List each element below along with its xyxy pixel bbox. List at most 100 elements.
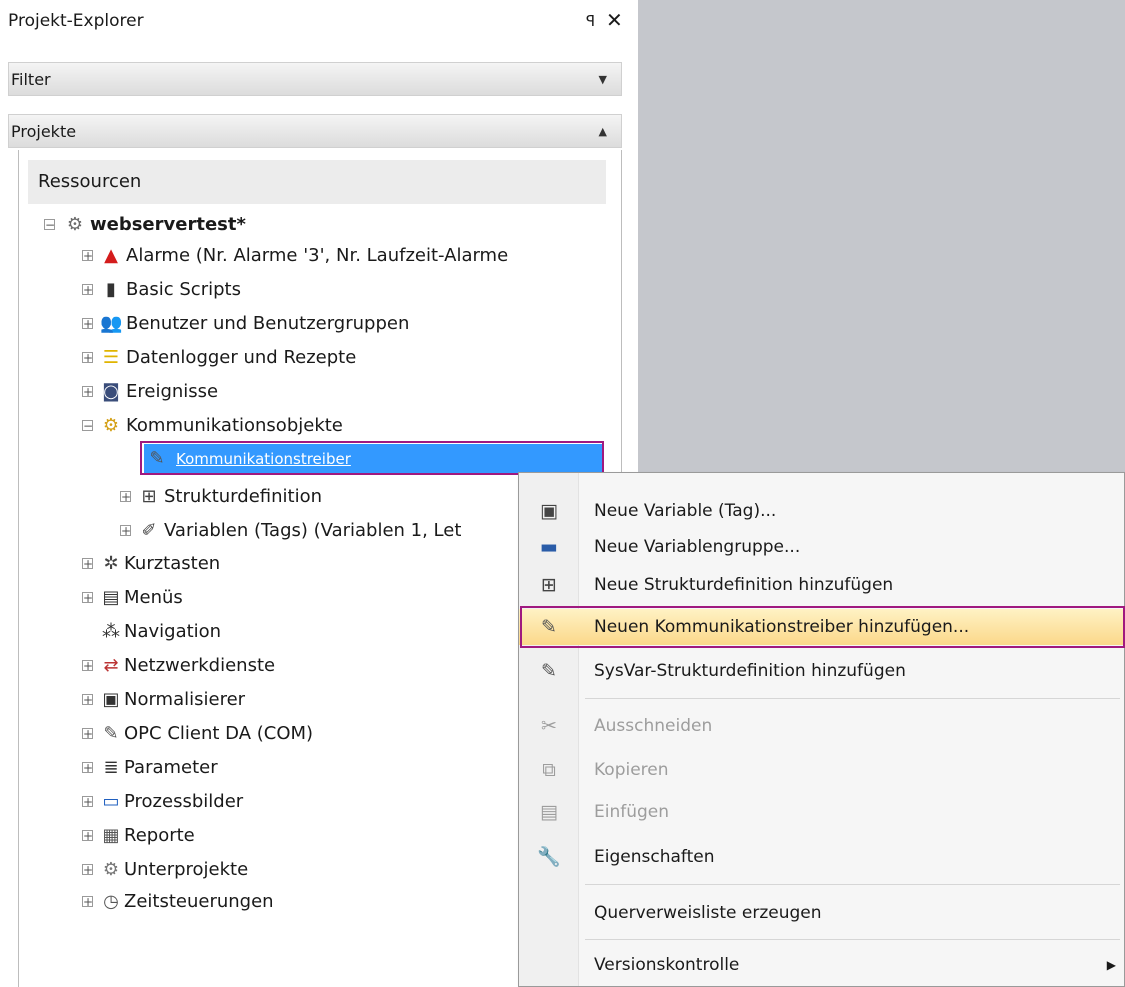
menu-item-label: Neue Variable (Tag)... bbox=[594, 501, 777, 521]
menu-item-label: Ausschneiden bbox=[594, 716, 713, 736]
chevron-down-icon[interactable]: ▼ bbox=[599, 63, 607, 97]
menu-item-label: SysVar-Strukturdefinition hinzufügen bbox=[594, 661, 906, 681]
new-variable-group-icon: ▬ bbox=[540, 536, 558, 558]
close-icon[interactable]: ✕ bbox=[606, 5, 623, 35]
tree-item-label: Parameter bbox=[124, 757, 218, 778]
menu-item-new-variable-group[interactable]: ▬ Neue Variablengruppe... bbox=[519, 529, 1124, 565]
tree-item-label: Netzwerkdienste bbox=[124, 655, 276, 676]
event-icon: ◙ bbox=[102, 381, 120, 402]
collapse-icon[interactable]: − bbox=[82, 420, 93, 432]
menu-item-label: Querverweisliste erzeugen bbox=[594, 903, 822, 923]
filter-label: Filter bbox=[11, 70, 51, 89]
menu-separator bbox=[585, 698, 1120, 699]
tree-item-label: Reporte bbox=[124, 825, 195, 846]
paste-icon: ▤ bbox=[540, 801, 558, 823]
users-icon: 👥 bbox=[100, 313, 123, 334]
structure-icon: ⊞ bbox=[141, 486, 157, 507]
filter-section-header[interactable]: Filter ▼ bbox=[8, 62, 622, 96]
pin-icon[interactable]: ꟼ bbox=[586, 6, 595, 36]
opc-icon: ✎ bbox=[103, 723, 119, 744]
report-icon: ▦ bbox=[102, 825, 120, 846]
new-variable-icon: ▣ bbox=[540, 500, 558, 522]
menu-item-paste[interactable]: ▤ Einfügen bbox=[519, 794, 1124, 830]
selection-outline bbox=[140, 441, 604, 475]
tree-item-label: Normalisierer bbox=[124, 689, 246, 710]
monitor-icon: ▭ bbox=[102, 791, 120, 812]
tree-item-label: Ereignisse bbox=[126, 381, 219, 402]
projects-label: Projekte bbox=[11, 122, 77, 141]
expand-icon[interactable]: + bbox=[82, 386, 93, 398]
tree-item-label: Variablen (Tags) (Variablen 1, Let bbox=[164, 520, 462, 541]
menu-separator bbox=[585, 884, 1120, 885]
menu-item-label: Kopieren bbox=[594, 760, 669, 780]
context-menu: ▣ Neue Variable (Tag)... ▬ Neue Variable… bbox=[518, 472, 1125, 987]
normalizer-icon: ▣ bbox=[102, 689, 120, 710]
expand-icon[interactable]: + bbox=[82, 762, 93, 774]
navigation-icon: ⁂ bbox=[102, 621, 120, 642]
expand-icon[interactable]: + bbox=[82, 352, 93, 364]
menu-item-copy[interactable]: ⧉ Kopieren bbox=[519, 752, 1124, 788]
resources-header: Ressourcen bbox=[28, 160, 606, 204]
menu-item-label: Versionskontrolle bbox=[594, 955, 740, 975]
expand-icon[interactable]: + bbox=[82, 830, 93, 842]
tree-item-label: Basic Scripts bbox=[126, 279, 241, 300]
menu-item-cut[interactable]: ✂ Ausschneiden bbox=[519, 708, 1124, 744]
tree-root-row[interactable]: − ⚙ webservertest* bbox=[44, 210, 604, 240]
parameter-icon: ≣ bbox=[103, 757, 119, 778]
collapse-icon[interactable]: − bbox=[44, 219, 55, 231]
cut-icon: ✂ bbox=[541, 715, 557, 737]
expand-icon[interactable]: + bbox=[82, 284, 93, 296]
menu-item-cross-reference[interactable]: Querverweisliste erzeugen bbox=[519, 895, 1124, 931]
tree-item-label: Unterprojekte bbox=[124, 859, 249, 880]
sysvar-icon: ✎ bbox=[541, 660, 557, 682]
panel-title: Projekt-Explorer bbox=[8, 11, 144, 31]
menu-item-label: Einfügen bbox=[594, 802, 670, 822]
expand-icon[interactable]: + bbox=[82, 896, 93, 908]
menu-separator bbox=[585, 939, 1120, 940]
expand-icon[interactable]: + bbox=[82, 694, 93, 706]
variables-icon: ✐ bbox=[141, 520, 157, 541]
gear-icon: ⚙ bbox=[102, 415, 120, 436]
expand-icon[interactable]: + bbox=[120, 491, 131, 503]
tree-item-label: Kommunikationsobjekte bbox=[126, 415, 343, 436]
new-structure-icon: ⊞ bbox=[541, 574, 557, 596]
tree-root-label: webservertest* bbox=[90, 214, 246, 235]
tree-item-label: Strukturdefinition bbox=[164, 486, 322, 507]
alarm-bell-icon: ▲ bbox=[104, 245, 118, 266]
expand-icon[interactable]: + bbox=[82, 318, 93, 330]
copy-icon: ⧉ bbox=[542, 759, 556, 781]
wrench-icon: 🔧 bbox=[537, 846, 561, 868]
network-icon: ⇄ bbox=[103, 655, 119, 676]
expand-icon[interactable]: + bbox=[82, 728, 93, 740]
projects-section-header[interactable]: Projekte ▲ bbox=[8, 114, 622, 148]
menu-icon: ▤ bbox=[102, 587, 120, 608]
menu-item-label: Neue Strukturdefinition hinzufügen bbox=[594, 575, 894, 595]
menu-item-label: Eigenschaften bbox=[594, 847, 715, 867]
expand-icon[interactable]: + bbox=[82, 250, 93, 262]
expand-icon[interactable]: + bbox=[120, 525, 131, 537]
tree-item-label: Kurztasten bbox=[124, 553, 221, 574]
shortcut-icon: ✲ bbox=[103, 553, 119, 574]
chevron-up-icon[interactable]: ▲ bbox=[599, 115, 607, 149]
gear-icon: ⚙ bbox=[66, 214, 84, 235]
script-icon: ▮ bbox=[106, 279, 116, 300]
menu-item-new-variable[interactable]: ▣ Neue Variable (Tag)... bbox=[519, 493, 1124, 529]
tree-item-label: Benutzer und Benutzergruppen bbox=[126, 313, 410, 334]
subprojects-icon: ⚙ bbox=[102, 859, 120, 880]
expand-icon[interactable]: + bbox=[82, 592, 93, 604]
tree-item-label: Zeitsteuerungen bbox=[124, 891, 274, 912]
menu-item-version-control[interactable]: Versionskontrolle ▶ bbox=[519, 947, 1124, 983]
menu-item-properties[interactable]: 🔧 Eigenschaften bbox=[519, 839, 1124, 875]
menu-highlight-outline bbox=[520, 606, 1125, 648]
tree-item-label: Menüs bbox=[124, 587, 183, 608]
database-icon: ☰ bbox=[102, 347, 120, 368]
tree-item-label: Prozessbilder bbox=[124, 791, 244, 812]
expand-icon[interactable]: + bbox=[82, 558, 93, 570]
expand-icon[interactable]: + bbox=[82, 796, 93, 808]
tree-item-label: Navigation bbox=[124, 621, 222, 642]
menu-item-new-structure[interactable]: ⊞ Neue Strukturdefinition hinzufügen bbox=[519, 567, 1124, 603]
menu-item-sysvar-structure[interactable]: ✎ SysVar-Strukturdefinition hinzufügen bbox=[519, 653, 1124, 689]
expand-icon[interactable]: + bbox=[82, 660, 93, 672]
menu-item-label: Neue Variablengruppe... bbox=[594, 537, 801, 557]
expand-icon[interactable]: + bbox=[82, 864, 93, 876]
